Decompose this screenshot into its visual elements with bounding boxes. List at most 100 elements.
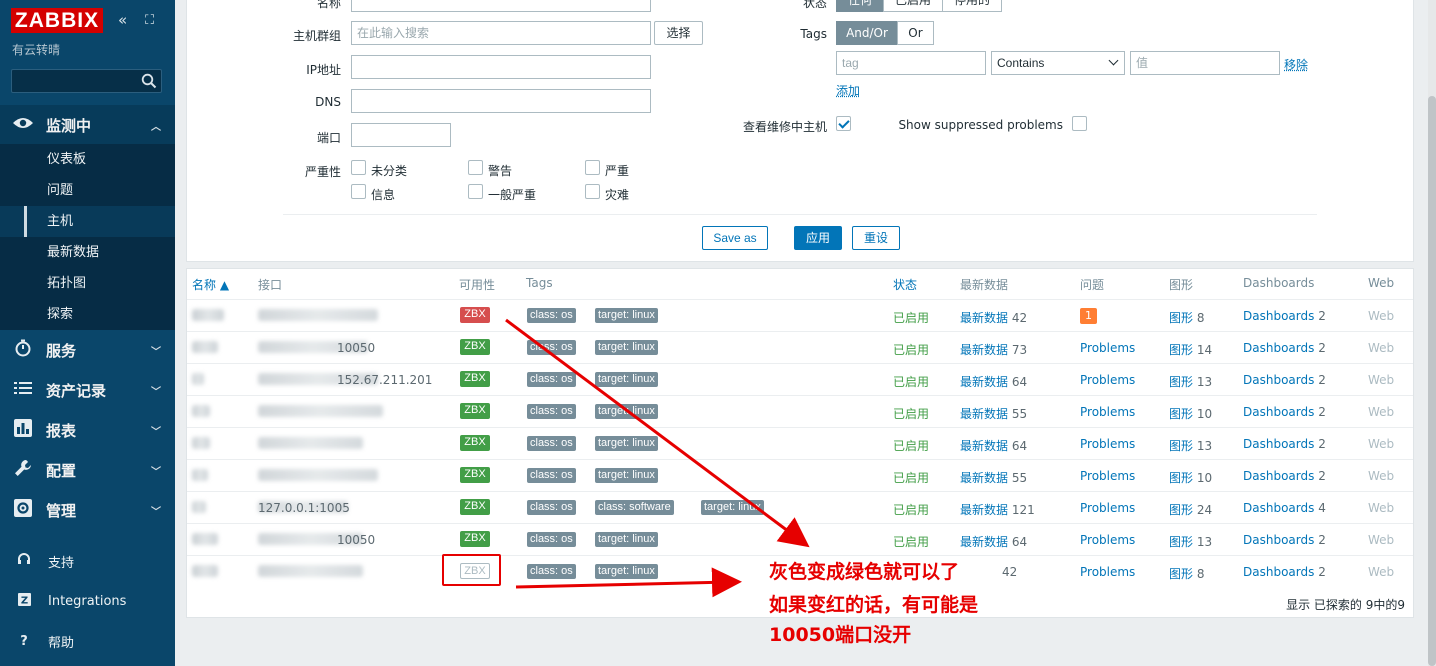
severity-high-checkbox[interactable]: [585, 160, 600, 175]
host-tag[interactable]: target: linux: [595, 340, 658, 355]
host-tag[interactable]: class: os: [527, 436, 576, 451]
host-status[interactable]: 已启用: [893, 533, 929, 550]
graphs-link[interactable]: 图形 10: [1169, 469, 1212, 486]
menu-monitoring[interactable]: 监测中 ︿: [0, 105, 175, 145]
tags-and-or-option[interactable]: And/Or: [836, 21, 898, 45]
status-disabled-option[interactable]: 停用的: [942, 0, 1002, 12]
submenu-maps[interactable]: 拓扑图: [0, 268, 175, 299]
menu-support[interactable]: 支持: [0, 543, 175, 579]
host-status[interactable]: 已启用: [893, 309, 929, 326]
graphs-link[interactable]: 图形 8: [1169, 565, 1204, 582]
latest-data-link[interactable]: 最新数据 121: [960, 501, 1035, 518]
host-status[interactable]: 已启用: [893, 373, 929, 390]
host-status[interactable]: 已启用: [893, 501, 929, 518]
menu-inventory[interactable]: 资产记录 ﹀: [0, 370, 175, 410]
save-as-button[interactable]: Save as: [702, 226, 768, 250]
severity-disaster-checkbox[interactable]: [585, 184, 600, 199]
submenu-hosts[interactable]: 主机: [0, 206, 175, 237]
host-name-redacted[interactable]: [192, 565, 218, 577]
host-tag[interactable]: class: os: [527, 564, 576, 579]
latest-data-link[interactable]: 最新数据 42: [960, 309, 1027, 326]
dashboards-link[interactable]: Dashboards 4: [1243, 501, 1326, 515]
problems-link[interactable]: Problems: [1080, 501, 1135, 515]
col-status-header[interactable]: 状态: [893, 276, 917, 293]
submenu-discovery[interactable]: 探索: [0, 299, 175, 330]
reset-button[interactable]: 重设: [852, 226, 900, 250]
severity-not-classified-checkbox[interactable]: [351, 160, 366, 175]
host-tag[interactable]: class: os: [527, 308, 576, 323]
host-tag[interactable]: class: os: [527, 532, 576, 547]
host-name-redacted[interactable]: [192, 405, 210, 417]
host-status[interactable]: 已启用: [893, 469, 929, 486]
ip-input[interactable]: [351, 55, 651, 79]
graphs-link[interactable]: 图形 24: [1169, 501, 1212, 518]
severity-warning-checkbox[interactable]: [468, 160, 483, 175]
name-input[interactable]: [351, 0, 651, 12]
problems-link[interactable]: Problems: [1080, 533, 1135, 547]
suppressed-problems-checkbox[interactable]: [1072, 116, 1087, 131]
status-enabled-option[interactable]: 已启用: [883, 0, 943, 12]
severity-average-checkbox[interactable]: [468, 184, 483, 199]
maintenance-checkbox[interactable]: [836, 116, 851, 131]
zabbix-logo[interactable]: ZABBIX: [11, 8, 103, 33]
host-status[interactable]: 已启用: [893, 405, 929, 422]
menu-services[interactable]: 服务 ﹀: [0, 330, 175, 370]
col-name-header[interactable]: 名称 ▲: [192, 276, 229, 293]
latest-data-link[interactable]: 最新数据 55: [960, 405, 1027, 422]
problems-link[interactable]: Problems: [1080, 341, 1135, 355]
select-host-group-button[interactable]: 选择: [654, 21, 703, 45]
host-tag[interactable]: target: linux: [595, 468, 658, 483]
status-any-option[interactable]: 任何: [836, 0, 884, 12]
graphs-link[interactable]: 图形 13: [1169, 533, 1212, 550]
severity-information-checkbox[interactable]: [351, 184, 366, 199]
dashboards-link[interactable]: Dashboards 2: [1243, 565, 1326, 579]
menu-administration[interactable]: 管理 ﹀: [0, 490, 175, 530]
dashboards-link[interactable]: Dashboards 2: [1243, 533, 1326, 547]
dashboards-link[interactable]: Dashboards 2: [1243, 373, 1326, 387]
tag-name-input[interactable]: [836, 51, 986, 75]
submenu-dashboard[interactable]: 仪表板: [0, 144, 175, 175]
host-name-redacted[interactable]: [192, 341, 218, 353]
dns-input[interactable]: [351, 89, 651, 113]
host-status[interactable]: 已启用: [893, 341, 929, 358]
remove-tag-link[interactable]: 移除: [1284, 56, 1308, 73]
graphs-link[interactable]: 图形 13: [1169, 373, 1212, 390]
host-name-redacted[interactable]: [192, 501, 206, 513]
add-tag-link[interactable]: 添加: [836, 82, 860, 99]
graphs-link[interactable]: 图形 13: [1169, 437, 1212, 454]
host-tag[interactable]: class: os: [527, 500, 576, 515]
dashboards-link[interactable]: Dashboards 2: [1243, 469, 1326, 483]
menu-integrations[interactable]: Z Integrations: [0, 583, 175, 619]
search-icon[interactable]: [141, 73, 157, 89]
tags-or-option[interactable]: Or: [897, 21, 934, 45]
submenu-latest-data[interactable]: 最新数据: [0, 237, 175, 268]
host-tag[interactable]: class: software: [595, 500, 674, 515]
dashboards-link[interactable]: Dashboards 2: [1243, 437, 1326, 451]
host-tag[interactable]: target: linux: [595, 436, 658, 451]
latest-data-link[interactable]: 最新数据 64: [960, 373, 1027, 390]
dashboards-link[interactable]: Dashboards 2: [1243, 309, 1326, 323]
host-tag[interactable]: class: os: [527, 372, 576, 387]
host-tag[interactable]: target: linux: [595, 372, 658, 387]
graphs-link[interactable]: 图形 10: [1169, 405, 1212, 422]
problems-link[interactable]: Problems: [1080, 373, 1135, 387]
port-input[interactable]: [351, 123, 451, 147]
scrollbar-thumb[interactable]: [1428, 96, 1436, 666]
host-tag[interactable]: target: linux: [595, 564, 658, 579]
latest-data-link[interactable]: 最新数据 64: [960, 533, 1027, 550]
problems-link[interactable]: Problems: [1080, 565, 1135, 579]
latest-data-link[interactable]: 最新数据 73: [960, 341, 1027, 358]
page-scrollbar[interactable]: [1428, 0, 1436, 666]
host-tag[interactable]: target: linux: [595, 532, 658, 547]
menu-help[interactable]: ? 帮助: [0, 623, 175, 659]
host-tag[interactable]: target: linux: [595, 308, 658, 323]
problem-count-badge[interactable]: 1: [1080, 308, 1097, 324]
host-name-redacted[interactable]: [192, 533, 218, 545]
graphs-link[interactable]: 图形 14: [1169, 341, 1212, 358]
host-name-redacted[interactable]: [192, 309, 224, 321]
menu-reports[interactable]: 报表 ﹀: [0, 410, 175, 450]
host-status[interactable]: 已启用: [893, 437, 929, 454]
host-tag[interactable]: target: linux: [595, 404, 658, 419]
host-name-redacted[interactable]: [192, 373, 204, 385]
tag-value-input[interactable]: [1130, 51, 1280, 75]
